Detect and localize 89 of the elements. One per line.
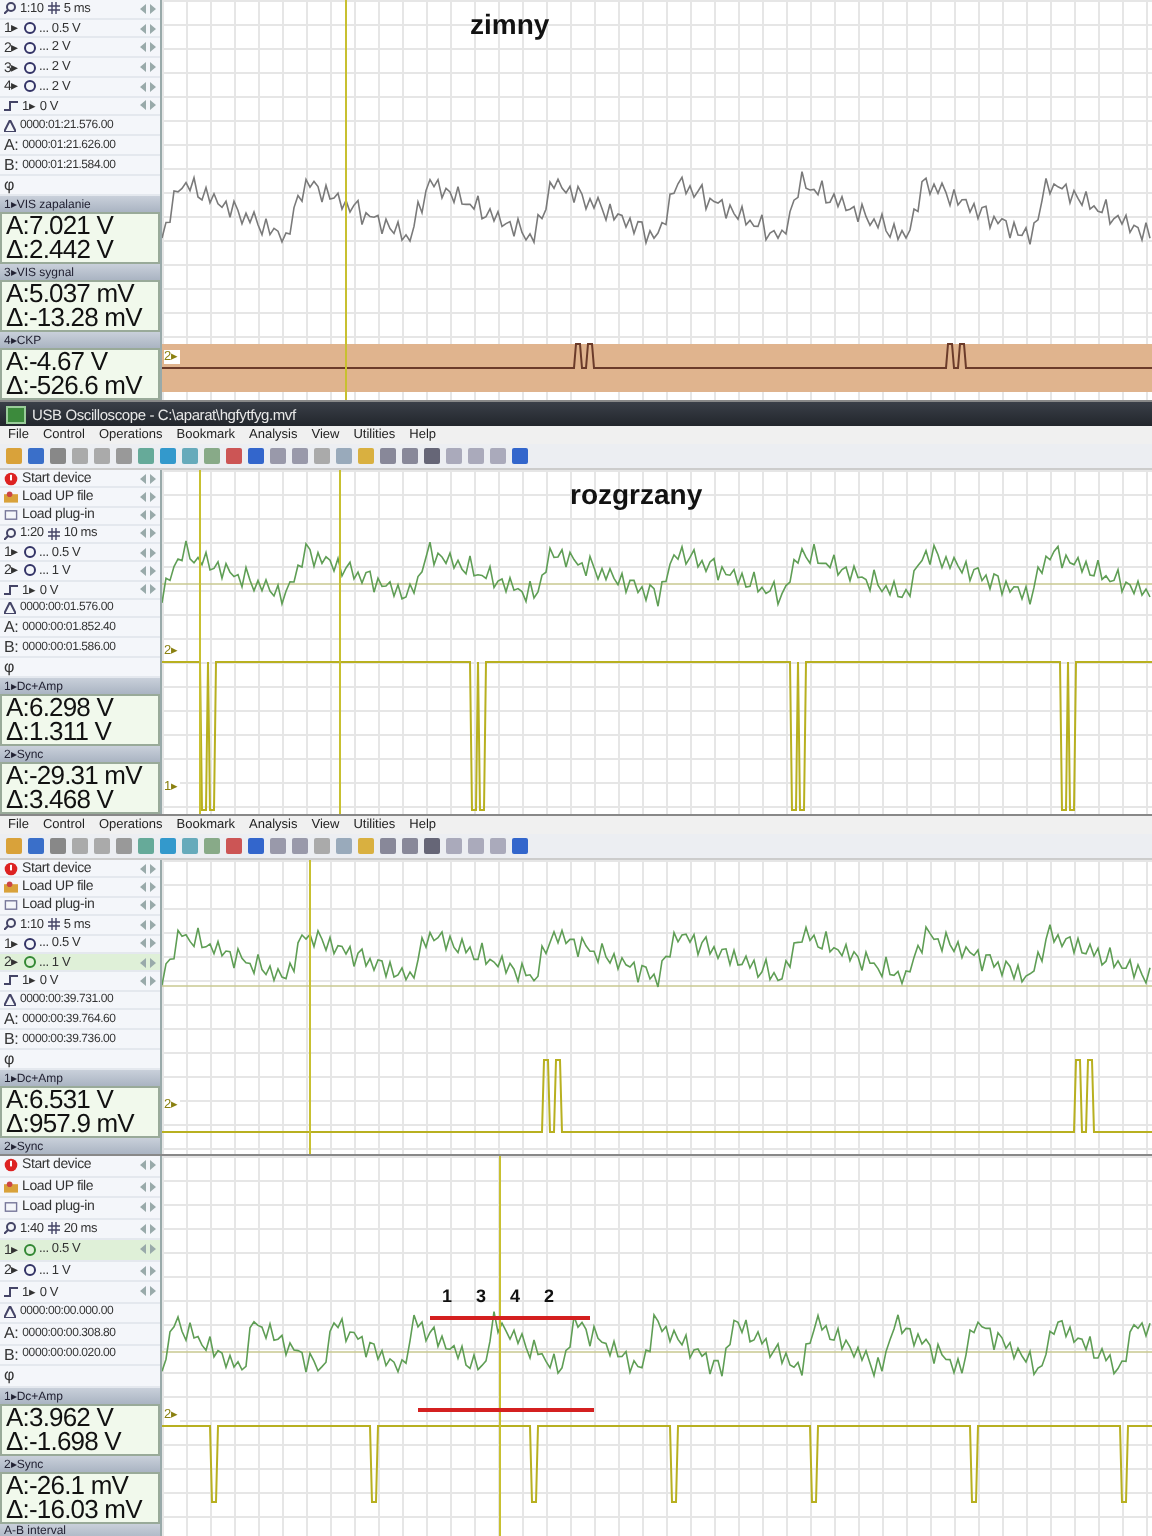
folder-icon — [4, 880, 18, 895]
readout-delta: Δ:1.311 V — [6, 720, 114, 744]
arrows-icon[interactable] — [140, 528, 156, 539]
readout-delta: Δ:-526.6 mV — [6, 374, 145, 399]
arrows-icon[interactable] — [140, 1202, 156, 1213]
app-icon — [6, 405, 26, 423]
arrows-icon[interactable] — [140, 62, 156, 73]
trigger-icon — [4, 1285, 18, 1298]
readout-value: A:-4.67 V — [6, 350, 108, 375]
readout-value: A:6.531 V — [6, 1088, 116, 1112]
cursor-label: B: — [4, 638, 19, 656]
zoom-icon — [4, 918, 16, 931]
arrows-icon[interactable] — [140, 510, 156, 521]
cursor-label: B: — [4, 156, 19, 175]
grid-icon — [47, 1222, 60, 1235]
phase-label: φ — [4, 1050, 16, 1068]
cursor-line[interactable] — [199, 470, 201, 814]
readout-delta: Δ:2.442 V — [6, 238, 116, 263]
cursor-line[interactable] — [499, 1156, 501, 1536]
delta-icon — [4, 601, 16, 614]
zoom-icon — [4, 1222, 16, 1235]
cursor-label: A: — [4, 618, 19, 636]
arrows-icon[interactable] — [140, 1286, 156, 1297]
cylinder-number: 2 — [544, 1286, 555, 1306]
arrows-icon[interactable] — [140, 863, 156, 874]
cursor-line[interactable] — [345, 0, 347, 400]
cylinder-number: 4 — [510, 1286, 521, 1306]
phase-label: φ — [4, 1366, 16, 1385]
arrows-icon[interactable] — [140, 473, 156, 484]
arrows-icon[interactable] — [140, 547, 156, 558]
phase-label: φ — [4, 176, 16, 195]
arrows-icon[interactable] — [140, 882, 156, 893]
grid-icon — [47, 527, 60, 540]
grid-icon — [47, 918, 60, 931]
plugin-icon — [4, 898, 18, 913]
readout-value: A:6.298 V — [6, 696, 116, 720]
plugin-icon — [4, 508, 18, 523]
arrows-icon[interactable] — [140, 1244, 156, 1255]
grid-icon — [47, 2, 60, 15]
cursor-line[interactable] — [309, 860, 311, 1154]
cursor-label: A: — [4, 136, 19, 155]
arrows-icon[interactable] — [140, 900, 156, 911]
arrows-icon[interactable] — [140, 975, 156, 986]
arrows-icon[interactable] — [140, 81, 156, 92]
scope-title: zimny — [470, 8, 550, 40]
zoom-icon — [4, 527, 16, 540]
readout-value: A:-29.31 mV — [6, 764, 145, 788]
delta-icon — [4, 119, 16, 132]
arrows-icon[interactable] — [140, 957, 156, 968]
cylinder-number: 1 — [442, 1286, 453, 1306]
cursor-line[interactable] — [339, 470, 341, 814]
plugin-icon — [4, 1200, 18, 1215]
delta-icon — [4, 1306, 16, 1319]
readout-delta: Δ:3.468 V — [6, 788, 116, 812]
cursor-label: A: — [4, 1010, 19, 1028]
readout-value: A:-26.1 mV — [6, 1473, 131, 1497]
delta-icon — [4, 993, 16, 1006]
arrows-icon[interactable] — [140, 919, 156, 930]
arrows-icon[interactable] — [140, 565, 156, 576]
arrows-icon[interactable] — [140, 3, 156, 14]
trigger-icon — [4, 99, 18, 112]
arrows-icon[interactable] — [140, 1181, 156, 1192]
arrows-icon[interactable] — [140, 1223, 156, 1234]
folder-icon — [4, 1179, 18, 1194]
arrows-icon[interactable] — [140, 1265, 156, 1276]
cursor-label: A: — [4, 1324, 19, 1343]
arrows-icon[interactable] — [140, 584, 156, 595]
scope-title: rozgrzany — [570, 478, 703, 510]
trigger-icon — [4, 583, 18, 596]
folder-icon — [4, 489, 18, 504]
arrows-icon[interactable] — [140, 491, 156, 502]
phase-label: φ — [4, 658, 16, 676]
cylinder-number: 3 — [476, 1286, 487, 1306]
arrows-icon[interactable] — [140, 938, 156, 949]
trigger-icon — [4, 974, 18, 987]
cursor-label: B: — [4, 1030, 19, 1048]
readout-delta: Δ:-13.28 mV — [6, 306, 145, 331]
readout-value: A:3.962 V — [6, 1405, 116, 1429]
readout-value: A:5.037 mV — [6, 282, 135, 307]
cursor-label: B: — [4, 1345, 19, 1364]
readout-delta: Δ:-1.698 V — [6, 1429, 124, 1453]
arrows-icon[interactable] — [140, 1160, 156, 1171]
readout-value: A:7.021 V — [6, 214, 116, 239]
arrows-icon[interactable] — [140, 23, 156, 34]
arrows-icon[interactable] — [140, 100, 156, 111]
readout-delta: Δ:-16.03 mV — [6, 1497, 145, 1521]
arrows-icon[interactable] — [140, 42, 156, 53]
zoom-icon — [4, 2, 16, 15]
readout-delta: Δ:957.9 mV — [6, 1112, 137, 1136]
